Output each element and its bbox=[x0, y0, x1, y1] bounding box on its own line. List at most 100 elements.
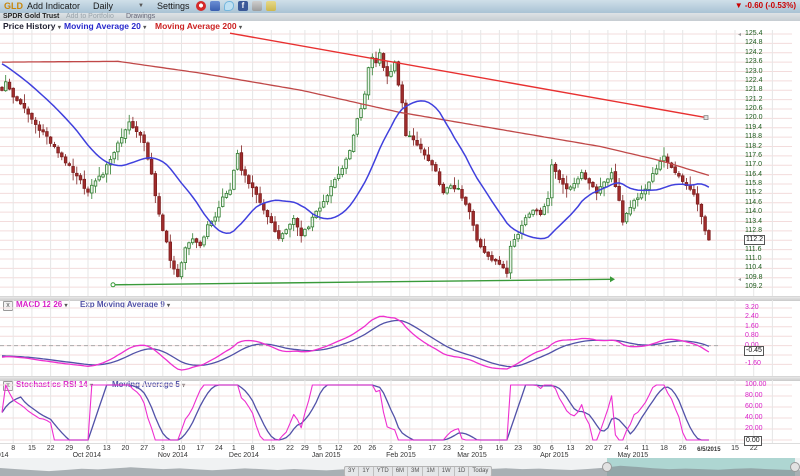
alarm-icon[interactable] bbox=[196, 1, 206, 11]
date-tick-label: 17 bbox=[428, 445, 436, 452]
stoch-axis-label: 100.00 bbox=[745, 381, 766, 389]
current-price-box: 112.2 bbox=[744, 235, 765, 245]
date-tick-label: 26 bbox=[368, 445, 376, 452]
future-date-label: 22 bbox=[750, 445, 758, 452]
price-axis-label: 112.8 bbox=[745, 227, 762, 235]
drawings-button[interactable]: Drawings bbox=[126, 13, 155, 20]
date-tick-label: 17 bbox=[196, 445, 204, 452]
date-tick-label: 16 bbox=[496, 445, 504, 452]
price-axis-label: 121.8 bbox=[745, 86, 763, 94]
date-tick-label: 27 bbox=[140, 445, 148, 452]
range-buttons: 3Y1YYTD6M3M1M1W1DToday bbox=[344, 466, 492, 476]
date-tick-label: 6 bbox=[550, 445, 554, 452]
date-tick-label: 13 bbox=[103, 445, 111, 452]
price-axis-label: 121.2 bbox=[745, 96, 763, 104]
date-tick-label: 27 bbox=[604, 445, 612, 452]
price-axis-label: 111.0 bbox=[745, 255, 761, 263]
date-tick-label: 9 bbox=[408, 445, 412, 452]
macd-axis-label: 2.40 bbox=[745, 313, 759, 321]
date-tick-label: 1 bbox=[232, 445, 236, 452]
price-axis-label: 118.8 bbox=[745, 133, 762, 141]
price-axis-label: 109.8 bbox=[745, 274, 763, 282]
range-button-1d[interactable]: 1D bbox=[455, 467, 470, 476]
date-tick-label: 13 bbox=[567, 445, 575, 452]
price-axis-label: 115.8 bbox=[745, 180, 762, 188]
navigator-right-handle bbox=[791, 463, 800, 472]
range-button-3m[interactable]: 3M bbox=[408, 467, 423, 476]
subtitle-bar: SPDR Gold Trust Add to Portfolio Drawing… bbox=[0, 13, 800, 21]
date-tick-label: 29 bbox=[65, 445, 73, 452]
macd-axis-label: 1.60 bbox=[745, 323, 759, 331]
date-tick-label: 9 bbox=[479, 445, 483, 452]
add-to-portfolio-button[interactable]: Add to Portfolio bbox=[66, 13, 114, 20]
twitter-icon[interactable] bbox=[224, 1, 234, 11]
range-button-today[interactable]: Today bbox=[469, 467, 491, 476]
range-button-6m[interactable]: 6M bbox=[393, 467, 408, 476]
date-axis: 8152229613202731017241815222951220262917… bbox=[0, 443, 800, 459]
price-axis-label: 117.6 bbox=[745, 152, 762, 160]
stoch-axis-label: 20.00 bbox=[745, 425, 763, 433]
date-tick-label: 20 bbox=[122, 445, 130, 452]
date-tick-label: 8 bbox=[11, 445, 15, 452]
price-axis-label: 114.0 bbox=[745, 208, 762, 216]
range-button-1y[interactable]: 1Y bbox=[359, 467, 373, 476]
price-axis-label: 120.0 bbox=[745, 114, 763, 122]
stoch-axis-label: 40.00 bbox=[745, 414, 763, 422]
down-arrow-icon: ▼ bbox=[735, 1, 743, 10]
facebook-icon[interactable]: f bbox=[238, 1, 248, 11]
macd-chart[interactable] bbox=[0, 300, 800, 376]
date-tick-label: 2 bbox=[389, 445, 393, 452]
stats-icon[interactable] bbox=[210, 1, 220, 11]
macd-value-box: -0.45 bbox=[744, 346, 764, 356]
price-axis-label: 109.2 bbox=[745, 283, 763, 291]
stoch-chart[interactable] bbox=[0, 380, 800, 443]
period-caret-icon[interactable]: ▼ bbox=[138, 3, 144, 9]
price-axis-label: 123.0 bbox=[745, 68, 763, 76]
date-tick-label: 20 bbox=[585, 445, 593, 452]
price-axis-label: 111.6 bbox=[745, 246, 761, 254]
range-button-1w[interactable]: 1W bbox=[439, 467, 455, 476]
macd-axis-label: 0.80 bbox=[745, 332, 759, 340]
price-axis-label: 124.8 bbox=[745, 39, 763, 47]
future-date-label: 15 bbox=[731, 445, 739, 452]
price-axis-label: 113.4 bbox=[745, 218, 762, 226]
notes-icon[interactable] bbox=[266, 1, 276, 11]
range-button-1m[interactable]: 1M bbox=[423, 467, 438, 476]
add-indicator-button[interactable]: Add Indicator bbox=[27, 1, 80, 11]
macd-axis-label: -1.60 bbox=[745, 360, 761, 368]
price-axis-label: 125.4 bbox=[745, 30, 763, 38]
date-tick-label: 8 bbox=[251, 445, 255, 452]
date-tick-label: 5 bbox=[318, 445, 322, 452]
navigator-left-handle bbox=[603, 463, 612, 472]
period-dropdown[interactable]: Daily bbox=[93, 1, 113, 11]
symbol-label: GLD bbox=[4, 1, 23, 11]
date-tick-label: 6 bbox=[86, 445, 90, 452]
price-change-label: ▼ -0.60 (-0.53%) bbox=[735, 1, 796, 10]
date-tick-label: 15 bbox=[28, 445, 36, 452]
legend-row: Price History ▾ Moving Average 20 ▾ Movi… bbox=[0, 21, 800, 30]
date-tick-label: 2 bbox=[460, 445, 464, 452]
date-tick-label: 29 bbox=[301, 445, 309, 452]
price-axis-label: 124.2 bbox=[745, 49, 763, 57]
range-button-3y[interactable]: 3Y bbox=[345, 467, 359, 476]
date-tick-label: 15 bbox=[267, 445, 275, 452]
camera-icon[interactable] bbox=[252, 1, 262, 11]
price-axis-label: 117.0 bbox=[745, 161, 762, 169]
date-tick-label: 26 bbox=[679, 445, 687, 452]
charting-app: GLD Add Indicator Daily ▼ Settings f ▼ -… bbox=[0, 0, 800, 476]
date-tick-label: 23 bbox=[514, 445, 522, 452]
price-axis-label: 119.4 bbox=[745, 124, 762, 132]
price-axis-label: 116.4 bbox=[745, 171, 762, 179]
range-button-ytd[interactable]: YTD bbox=[374, 467, 393, 476]
price-axis-label: 114.6 bbox=[745, 199, 762, 207]
date-tick-label: 23 bbox=[443, 445, 451, 452]
date-tick-label: 11 bbox=[642, 445, 649, 452]
date-tick-label: 30 bbox=[533, 445, 541, 452]
date-tick-label: 24 bbox=[215, 445, 223, 452]
toolbar: GLD Add Indicator Daily ▼ Settings f ▼ -… bbox=[0, 0, 800, 13]
price-axis-label: 120.6 bbox=[745, 105, 763, 113]
axis-marker-icon: ◂ bbox=[738, 276, 741, 283]
date-tick-label: 3 bbox=[161, 445, 165, 452]
settings-button[interactable]: Settings bbox=[157, 1, 190, 11]
price-chart[interactable] bbox=[0, 30, 800, 296]
